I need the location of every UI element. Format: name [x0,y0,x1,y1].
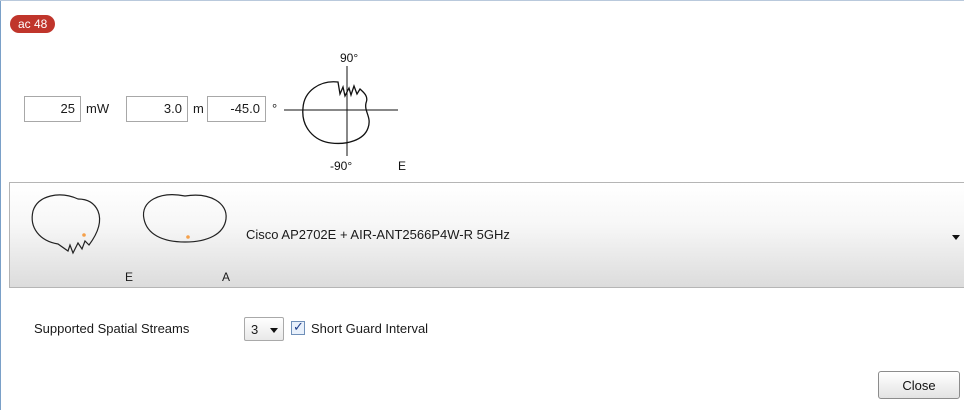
e-plane-label: E [125,270,134,284]
e-plane-thumbnail [31,194,101,255]
pattern-top-label: 90° [340,51,358,65]
tilt-input[interactable]: -45.0 [207,96,266,122]
checkmark-icon: ✓ [293,319,304,334]
window-border-left [0,0,1,410]
height-unit: m [193,101,204,116]
a-plane-origin-dot [186,235,190,239]
pattern-plane-label: E [398,159,406,173]
chevron-down-icon[interactable] [952,235,960,240]
spatial-streams-label: Supported Spatial Streams [34,321,190,336]
e-plane-origin-dot [82,233,86,237]
power-input[interactable]: 25 [24,96,81,122]
chevron-down-icon [270,328,278,333]
short-guard-interval-label[interactable]: Short Guard Interval [311,321,428,336]
a-plane-thumbnail [142,194,227,243]
spatial-streams-value: 3 [251,322,259,337]
antenna-name: Cisco AP2702E + AIR-ANT2566P4W-R 5GHz [246,227,510,242]
height-input[interactable]: 3.0 [126,96,188,122]
a-plane-label: A [222,270,231,284]
pattern-lobe [302,81,370,145]
short-guard-interval-checkbox[interactable]: ✓ [291,319,305,335]
pattern-bottom-label: -90° [330,159,352,173]
antenna-selector[interactable]: E A Cisco AP2702E + AIR-ANT2566P4W-R 5GH… [9,182,964,288]
close-button[interactable]: Close [878,371,960,399]
tilt-unit: ° [272,101,278,116]
spatial-streams-select[interactable]: 3 [244,317,284,341]
power-unit: mW [86,101,110,116]
window-border-top [0,0,964,1]
ap-badge: ac 48 [10,15,56,33]
